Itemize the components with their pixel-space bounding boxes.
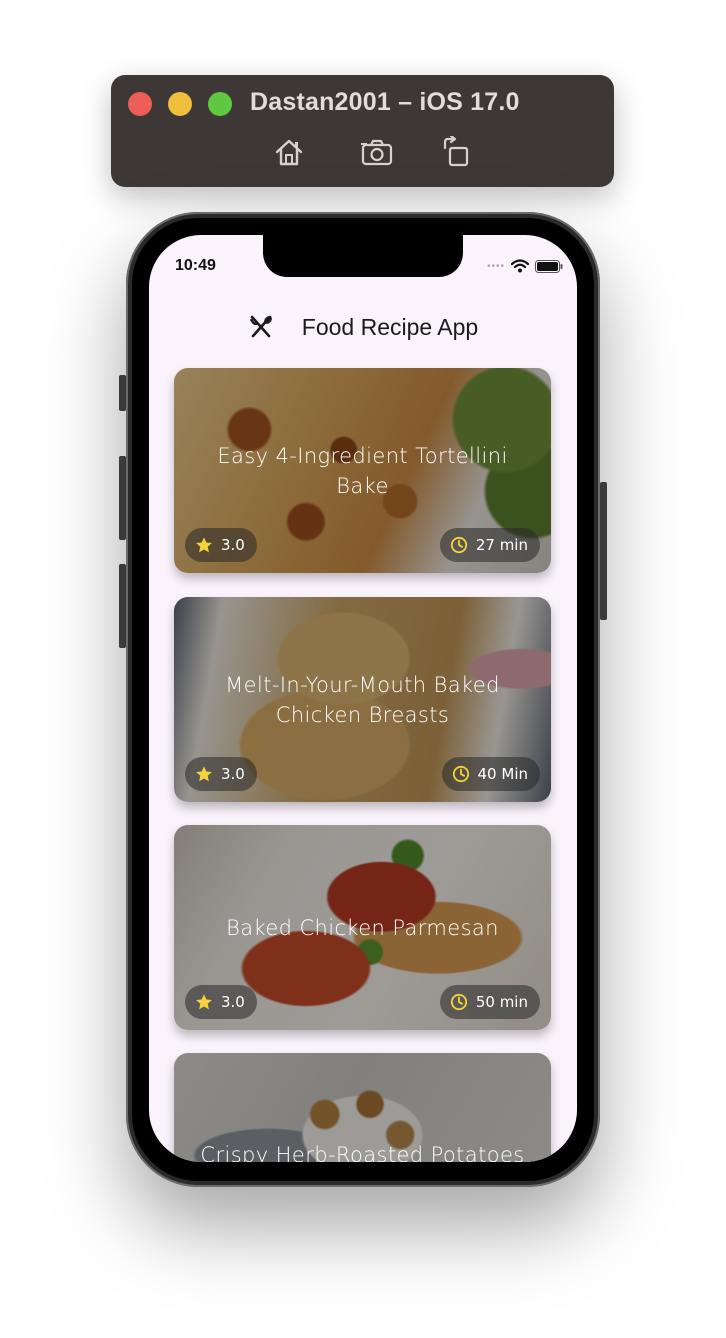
status-indicators: •••• <box>487 259 563 273</box>
clock-icon <box>452 765 469 783</box>
phone-screen: 10:49 •••• Food Recipe App Easy 4-Ingred… <box>149 235 577 1162</box>
time-badge: 50 min <box>439 985 540 1019</box>
time-badge: 40 Min <box>441 757 540 791</box>
app-header: Food Recipe App <box>149 307 577 347</box>
signal-icon: •••• <box>486 260 505 272</box>
power-button <box>600 482 607 620</box>
cook-time: 40 Min <box>477 765 528 783</box>
screenshot-button[interactable] <box>360 136 394 168</box>
home-button[interactable] <box>272 136 306 168</box>
simulator-title: Dastan2001 – iOS 17.0 <box>250 88 520 116</box>
rating-value: 3.0 <box>221 993 245 1011</box>
cook-time: 27 min <box>475 536 528 554</box>
rating-badge: 3.0 <box>185 528 257 562</box>
battery-icon <box>535 259 563 273</box>
zoom-window-button[interactable] <box>208 92 232 116</box>
wifi-icon <box>511 259 529 273</box>
star-icon <box>196 994 212 1010</box>
rotate-button[interactable] <box>440 134 474 168</box>
volume-up-button <box>119 456 126 540</box>
rating-badge: 3.0 <box>185 985 257 1019</box>
rating-value: 3.0 <box>221 765 245 783</box>
volume-down-button <box>119 564 126 648</box>
rotate-icon <box>443 134 469 167</box>
home-icon <box>275 139 303 166</box>
screenshot-icon <box>361 139 393 166</box>
status-time: 10:49 <box>175 257 216 274</box>
clock-icon <box>450 536 467 554</box>
close-window-button[interactable] <box>128 92 152 116</box>
minimize-window-button[interactable] <box>168 92 192 116</box>
cutlery-icon <box>248 314 274 340</box>
recipe-card[interactable]: Baked Chicken Parmesan 3.0 50 min <box>174 825 551 1030</box>
star-icon <box>196 766 212 782</box>
star-icon <box>196 537 212 553</box>
recipe-card[interactable]: Easy 4-Ingredient Tortellini Bake 3.0 27… <box>174 368 551 573</box>
recipe-card[interactable]: Melt-In-Your-Mouth Baked Chicken Breasts… <box>174 597 551 802</box>
rating-value: 3.0 <box>221 536 245 554</box>
mute-switch <box>119 375 126 411</box>
recipe-card[interactable]: Crispy Herb-Roasted Potatoes <box>174 1053 551 1162</box>
cook-time: 50 min <box>475 993 528 1011</box>
notch <box>263 235 463 277</box>
app-title: Food Recipe App <box>301 313 479 340</box>
clock-icon <box>450 993 467 1011</box>
time-badge: 27 min <box>439 528 540 562</box>
rating-badge: 3.0 <box>185 757 257 791</box>
recipe-title: Crispy Herb-Roasted Potatoes <box>200 1143 525 1162</box>
